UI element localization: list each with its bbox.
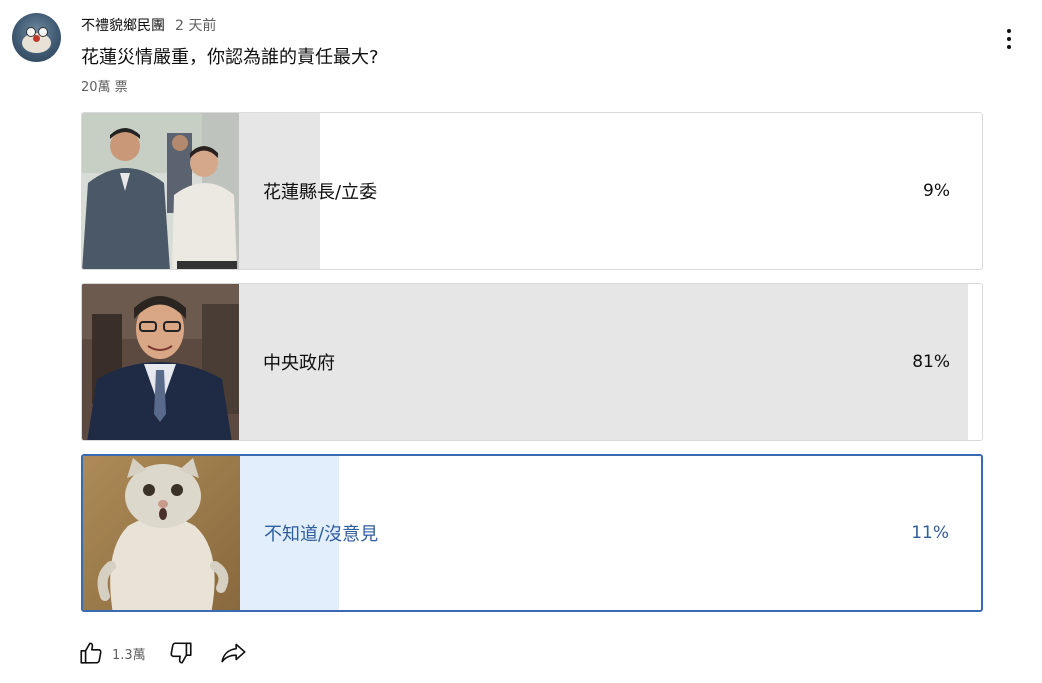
post-meta: 不禮貌鄉民團 2 天前	[81, 15, 216, 35]
option-label: 不知道/沒意見	[264, 524, 379, 545]
option-label: 中央政府	[263, 353, 335, 374]
option-image-official	[82, 284, 239, 440]
poll-option-2[interactable]: 中央政府 81%	[81, 283, 983, 441]
author-name[interactable]: 不禮貌鄉民團	[81, 15, 165, 35]
vote-count: 20萬 票	[81, 80, 128, 95]
option-label: 花蓮縣長/立委	[263, 182, 378, 203]
thumbs-up-icon	[80, 642, 102, 664]
share-button[interactable]	[220, 640, 248, 666]
post-time[interactable]: 2 天前	[175, 15, 216, 35]
like-button[interactable]	[78, 640, 104, 666]
avatar-eye-right	[38, 27, 48, 37]
avatar-nose	[33, 35, 40, 42]
option-percent: 9%	[923, 181, 950, 201]
share-icon	[221, 643, 246, 663]
option-percent: 81%	[912, 352, 950, 372]
channel-avatar[interactable]	[12, 13, 61, 62]
option-image-politicians	[82, 113, 239, 269]
thumbs-down-icon	[170, 642, 192, 664]
option-image-cat	[83, 456, 240, 610]
dislike-button[interactable]	[168, 640, 194, 666]
action-bar: 1.3萬	[78, 640, 248, 666]
poll-question: 花蓮災情嚴重，你認為誰的責任最大?	[81, 47, 379, 68]
result-bar	[239, 284, 968, 440]
poll-option-3[interactable]: 不知道/沒意見 11%	[81, 454, 983, 612]
poll-option-1[interactable]: 花蓮縣長/立委 9%	[81, 112, 983, 270]
more-options-icon[interactable]	[1000, 27, 1018, 51]
like-count: 1.3萬	[112, 647, 146, 663]
option-percent: 11%	[911, 523, 949, 543]
